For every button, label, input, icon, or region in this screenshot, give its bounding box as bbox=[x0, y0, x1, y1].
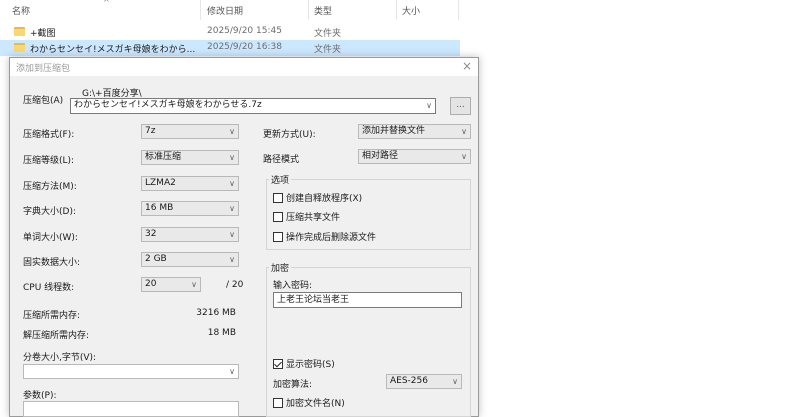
enc-method-select[interactable]: AES-256 ∨ bbox=[386, 374, 462, 389]
level-select[interactable]: 标准压缩 ∨ bbox=[141, 150, 239, 165]
folder-icon bbox=[14, 43, 25, 52]
file-name: わからセンセイ!メスガキ母娘をわから... bbox=[30, 45, 196, 55]
word-value: 32 bbox=[145, 229, 157, 239]
level-value: 标准压缩 bbox=[145, 152, 182, 162]
delete-source-checkbox[interactable]: 操作完成后删除源文件 bbox=[273, 230, 376, 243]
dict-value: 16 MB bbox=[145, 203, 174, 213]
chevron-down-icon: ∨ bbox=[229, 127, 235, 136]
archive-label: 压缩包(A) bbox=[23, 96, 64, 106]
method-value: LZMA2 bbox=[145, 178, 176, 188]
split-label: 分卷大小,字节(V): bbox=[23, 353, 97, 363]
method-label: 压缩方法(M): bbox=[23, 182, 77, 192]
pathmode-label: 路径模式 bbox=[263, 155, 300, 165]
browse-button[interactable]: ... bbox=[450, 97, 471, 115]
encryption-title: 加密 bbox=[269, 261, 292, 274]
solid-value: 2 GB bbox=[145, 254, 167, 264]
pathmode-value: 相对路径 bbox=[362, 151, 399, 161]
column-header-name[interactable]: 名称 bbox=[12, 4, 30, 17]
params-label: 参数(P): bbox=[23, 391, 57, 401]
chevron-down-icon: ∨ bbox=[229, 204, 235, 213]
folder-icon bbox=[14, 27, 25, 36]
dialog-title: 添加到压缩包 bbox=[16, 64, 71, 74]
mem-decompress-label: 解压缩所需内存: bbox=[23, 331, 90, 341]
mem-compress-value: 3216 MB bbox=[196, 308, 236, 318]
chevron-down-icon: ∨ bbox=[229, 230, 235, 239]
solid-label: 固实数据大小: bbox=[23, 258, 81, 268]
sfx-label: 创建自释放程序(X) bbox=[286, 194, 363, 204]
params-input[interactable] bbox=[23, 401, 239, 417]
show-password-checkbox[interactable]: 显示密码(S) bbox=[273, 357, 335, 370]
sfx-checkbox[interactable]: 创建自释放程序(X) bbox=[273, 191, 362, 204]
column-header-size[interactable]: 大小 bbox=[402, 4, 420, 17]
chevron-down-icon: ∨ bbox=[452, 377, 458, 386]
threads-value: 20 bbox=[145, 279, 157, 289]
archive-name-value: わからセンセイ!メスガキ母娘をわからせる.7z bbox=[74, 100, 262, 110]
method-select[interactable]: LZMA2 ∨ bbox=[141, 176, 239, 191]
column-divider[interactable] bbox=[396, 0, 397, 20]
update-value: 添加并替换文件 bbox=[362, 126, 426, 136]
file-type: 文件夹 bbox=[314, 45, 342, 55]
chevron-down-icon: ∨ bbox=[461, 152, 467, 161]
dialog-titlebar[interactable]: 添加到压缩包 × bbox=[10, 58, 478, 76]
archive-name-combo[interactable]: わからセンセイ!メスガキ母娘をわからせる.7z ∨ bbox=[70, 98, 436, 114]
sort-indicator: ^ bbox=[103, 0, 110, 7]
file-row[interactable]: +截图 2025/9/20 15:45 文件夹 bbox=[0, 24, 460, 40]
word-label: 单词大小(W): bbox=[23, 233, 78, 243]
file-row[interactable]: わからセンセイ!メスガキ母娘をわから... 2025/9/20 16:38 文件… bbox=[0, 40, 460, 56]
checkbox-box[interactable] bbox=[273, 397, 283, 408]
enc-method-value: AES-256 bbox=[390, 376, 428, 386]
encrypt-names-checkbox[interactable]: 加密文件名(N) bbox=[273, 396, 345, 409]
split-select[interactable]: ∨ bbox=[23, 364, 239, 379]
add-to-archive-dialog: 添加到压缩包 × 压缩包(A) G:\+百度分享\ わからセンセイ!メスガキ母娘… bbox=[9, 57, 479, 417]
close-icon[interactable]: × bbox=[462, 59, 472, 73]
dict-label: 字典大小(D): bbox=[23, 207, 76, 217]
update-select[interactable]: 添加并替换文件 ∨ bbox=[358, 124, 471, 139]
threads-max: / 20 bbox=[226, 280, 244, 290]
enc-method-label: 加密算法: bbox=[273, 380, 313, 390]
checkbox-box[interactable] bbox=[273, 231, 283, 242]
chevron-down-icon: ∨ bbox=[229, 255, 235, 264]
password-label: 输入密码: bbox=[273, 281, 313, 291]
threads-label: CPU 线程数: bbox=[23, 283, 75, 293]
update-label: 更新方式(U): bbox=[263, 130, 316, 140]
chevron-down-icon: ∨ bbox=[229, 367, 235, 376]
checkbox-box[interactable] bbox=[273, 211, 283, 222]
checkbox-box[interactable] bbox=[273, 358, 283, 369]
delete-source-label: 操作完成后删除源文件 bbox=[286, 233, 377, 243]
solid-select[interactable]: 2 GB ∨ bbox=[141, 252, 239, 267]
file-name: +截图 bbox=[30, 29, 56, 39]
chevron-down-icon[interactable]: ∨ bbox=[426, 99, 432, 112]
file-modified: 2025/9/20 15:45 bbox=[207, 26, 282, 36]
column-divider[interactable] bbox=[458, 0, 459, 20]
file-explorer: ^ 名称 修改日期 类型 大小 +截图 2025/9/20 15:45 文件夹 … bbox=[0, 0, 460, 60]
dict-select[interactable]: 16 MB ∨ bbox=[141, 201, 239, 216]
encrypt-names-label: 加密文件名(N) bbox=[286, 399, 345, 409]
checkbox-box[interactable] bbox=[273, 192, 283, 203]
shared-label: 压缩共享文件 bbox=[286, 213, 341, 223]
column-header-type[interactable]: 类型 bbox=[314, 4, 332, 17]
column-divider[interactable] bbox=[308, 0, 309, 20]
password-input[interactable]: 上老王论坛当老王 bbox=[273, 292, 462, 308]
chevron-down-icon: ∨ bbox=[229, 179, 235, 188]
mem-compress-label: 压缩所需内存: bbox=[23, 311, 81, 321]
mem-decompress-value: 18 MB bbox=[207, 328, 236, 338]
threads-select[interactable]: 20 ∨ bbox=[141, 277, 201, 292]
chevron-down-icon: ∨ bbox=[191, 280, 197, 289]
format-value: 7z bbox=[145, 126, 156, 136]
shared-checkbox[interactable]: 压缩共享文件 bbox=[273, 210, 340, 223]
file-type: 文件夹 bbox=[314, 29, 342, 39]
level-label: 压缩等级(L): bbox=[23, 156, 75, 166]
format-select[interactable]: 7z ∨ bbox=[141, 124, 239, 139]
format-label: 压缩格式(F): bbox=[23, 130, 75, 140]
show-password-label: 显示密码(S) bbox=[286, 360, 335, 370]
pathmode-select[interactable]: 相对路径 ∨ bbox=[358, 149, 471, 164]
file-modified: 2025/9/20 16:38 bbox=[207, 42, 282, 52]
column-header-modified[interactable]: 修改日期 bbox=[207, 4, 243, 17]
chevron-down-icon: ∨ bbox=[461, 127, 467, 136]
column-divider[interactable] bbox=[200, 0, 201, 20]
chevron-down-icon: ∨ bbox=[229, 153, 235, 162]
options-title: 选项 bbox=[269, 173, 292, 186]
word-select[interactable]: 32 ∨ bbox=[141, 227, 239, 242]
